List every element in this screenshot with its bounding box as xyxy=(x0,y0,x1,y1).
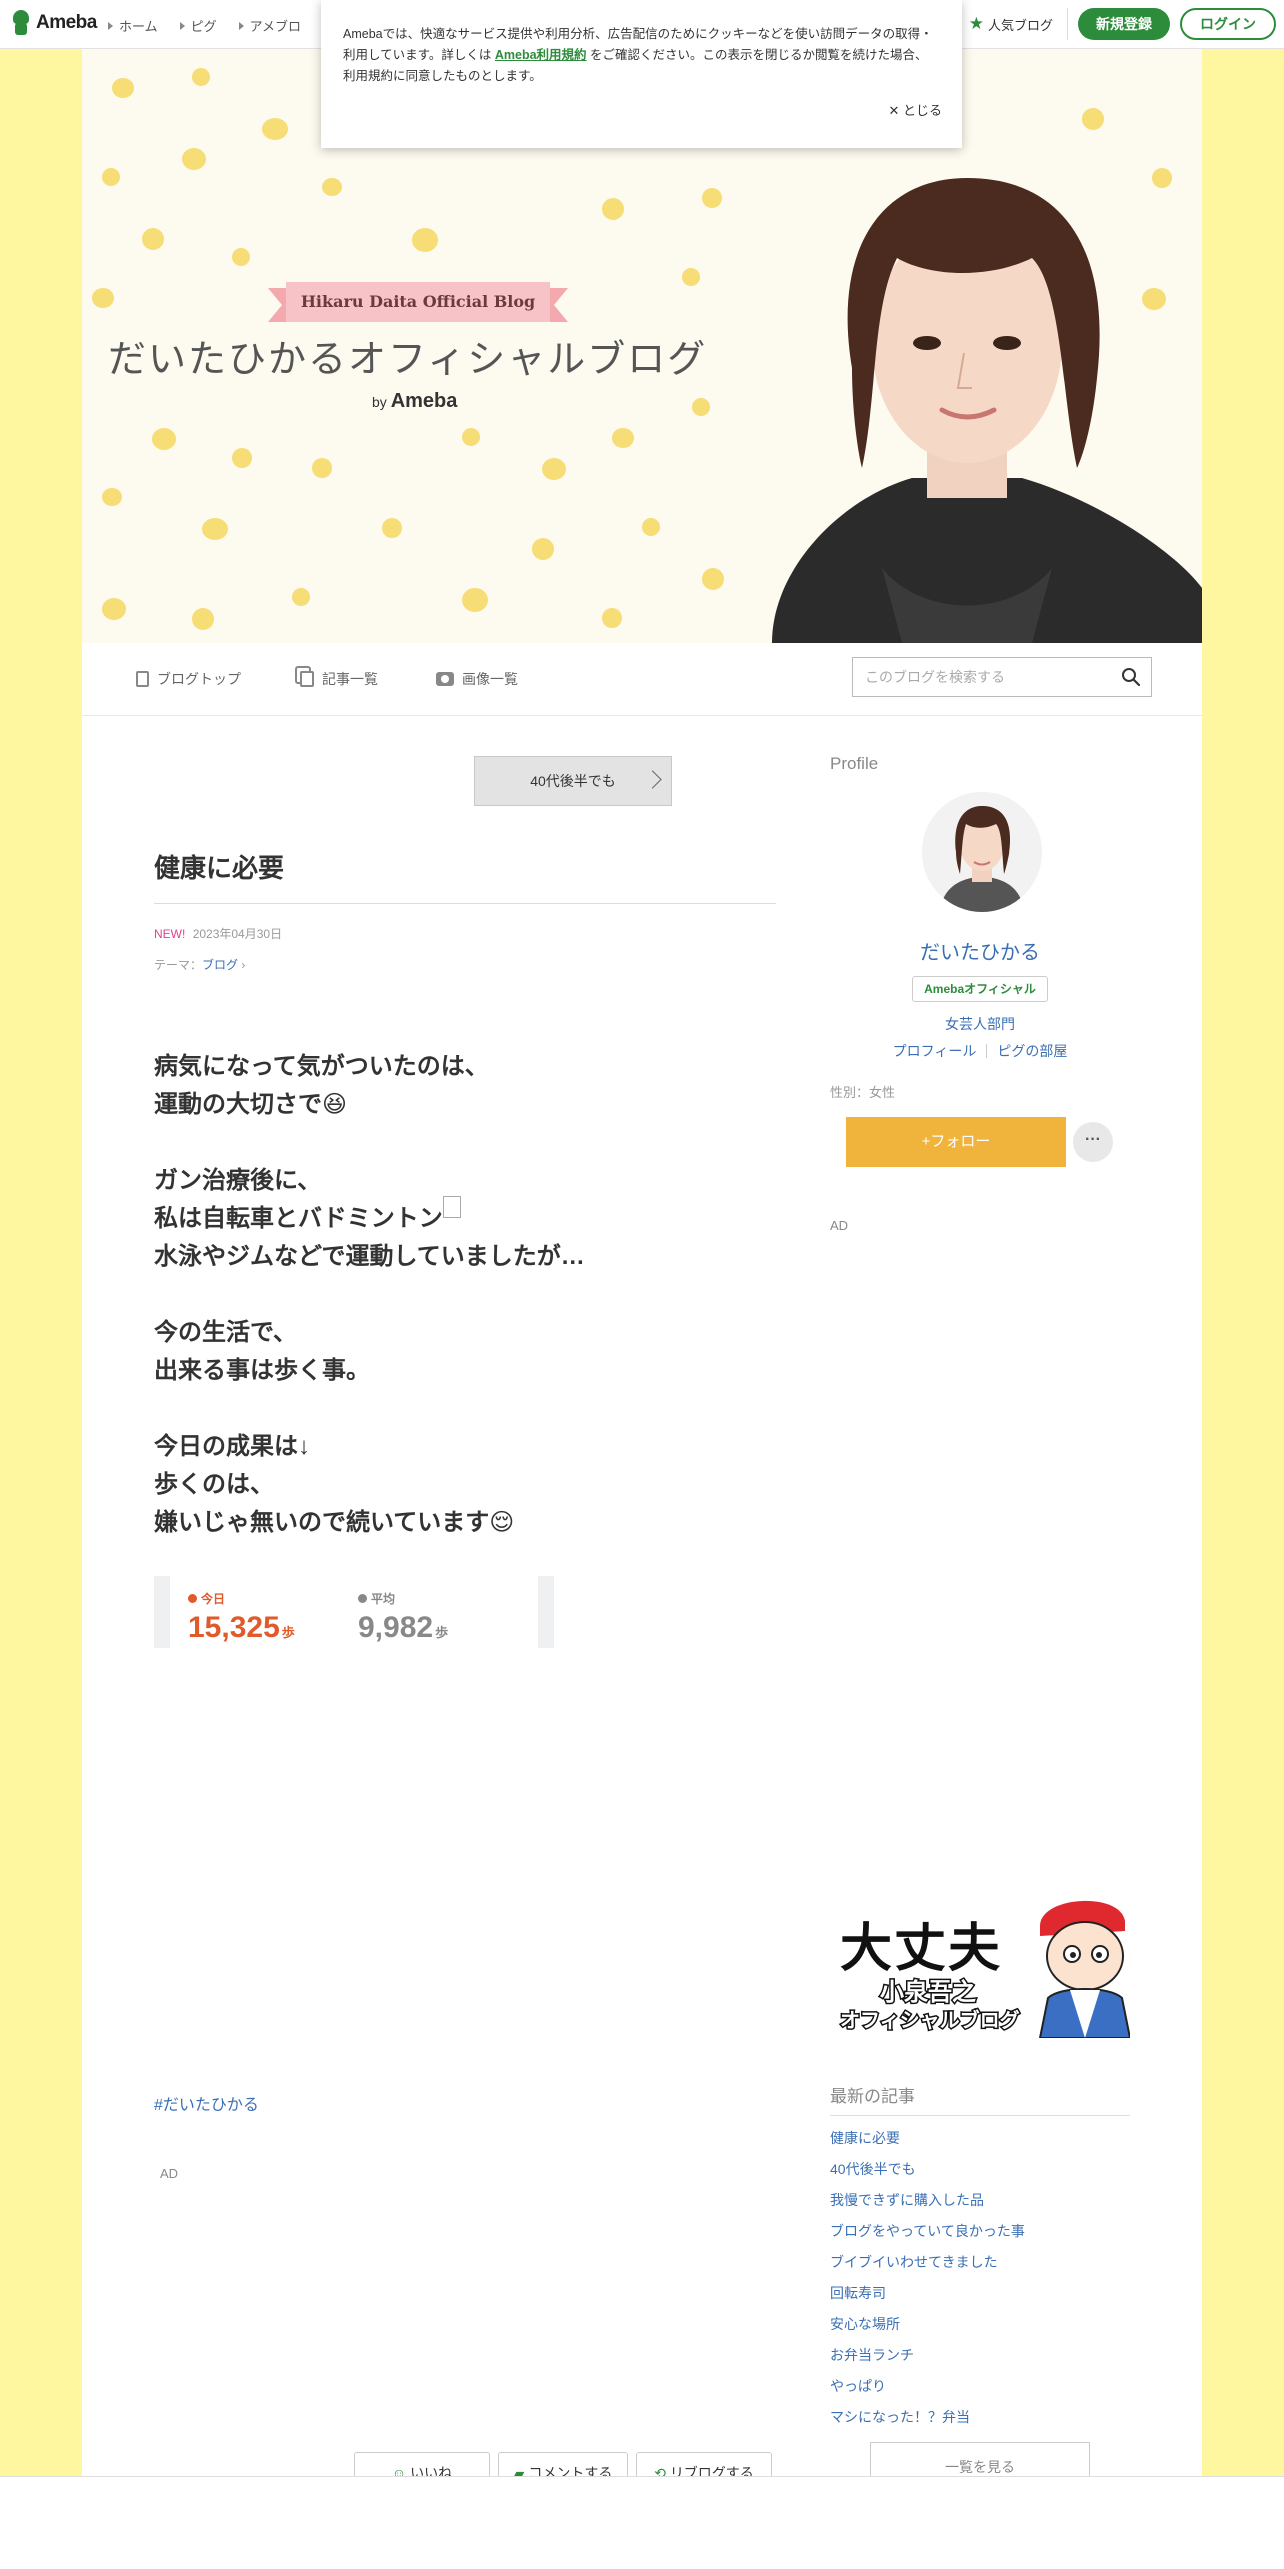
nav-blog-top[interactable]: ブログトップ xyxy=(136,669,241,689)
ribbon-text: Hikaru Daita Official Blog xyxy=(300,292,536,311)
global-nav-pigg[interactable]: ピグ xyxy=(179,16,217,35)
orange-dot-icon xyxy=(188,1594,197,1603)
ellipsis-icon: ··· xyxy=(1085,1131,1101,1148)
profile-links: プロフィール ピグの部屋 xyxy=(830,1041,1130,1061)
global-nav: ホーム ピグ アメブロ xyxy=(108,16,301,35)
close-icon: ✕ xyxy=(888,103,900,118)
blogger-header-photo xyxy=(772,178,1202,643)
new-badge: NEW! xyxy=(154,927,186,941)
step-counter-widget: 今日 15,325 歩 平均 9,982 歩 xyxy=(154,1576,554,1648)
entry-body: 病気になって気がついたのは、 運動の大切さで😆 ガン治療後に、 私は自転車とバド… xyxy=(154,1053,585,1536)
today-steps: 今日 15,325 歩 xyxy=(188,1592,295,1644)
recent-entry[interactable]: 健康に必要 xyxy=(830,2128,1130,2159)
cookie-consent-dialog: Amebaでは、快適なサービス提供や利用分析、広告配信のためにクッキーなどを使い… xyxy=(321,0,962,148)
ad-label: AD xyxy=(160,2166,179,2181)
blog-subtitle-ribbon: Hikaru Daita Official Blog xyxy=(268,282,568,322)
recent-entry[interactable]: ブログをやっていて良かった事 xyxy=(830,2221,1130,2252)
follow-button[interactable]: +フォロー xyxy=(846,1117,1066,1167)
pigg-room-link[interactable]: ピグの部屋 xyxy=(997,1043,1067,1059)
global-nav-home[interactable]: ホーム xyxy=(108,16,158,35)
theme-link[interactable]: ブログ xyxy=(202,958,238,972)
star-icon: ★ xyxy=(968,14,984,33)
hashtag-link[interactable]: #だいたひかる xyxy=(154,2091,259,2115)
blog-nav-bar: ブログトップ 記事一覧 画像一覧 xyxy=(82,643,1202,716)
global-nav-ameblo[interactable]: アメブロ xyxy=(238,16,301,35)
by-ameba-label: by Ameba xyxy=(372,390,458,412)
average-steps: 平均 9,982 歩 xyxy=(358,1592,449,1644)
profile-link[interactable]: プロフィール xyxy=(893,1043,977,1059)
entry-title: 健康に必要 xyxy=(154,848,776,904)
entry-theme: テーマ：ブログ › xyxy=(154,958,246,972)
blog-container: Hikaru Daita Official Blog だいたひかるオフィシャルブ… xyxy=(82,48,1202,2568)
blog-search-input[interactable] xyxy=(853,658,1117,696)
terms-link[interactable]: Ameba利用規約 xyxy=(495,48,587,62)
category-link[interactable]: 女芸人部門 xyxy=(830,1014,1130,1034)
caret-right-icon xyxy=(108,22,113,30)
ameba-mark-icon xyxy=(10,10,32,36)
recent-entries-list: 健康に必要 40代後半でも 我慢できずに購入した品 ブログをやっていて良かった事… xyxy=(830,2128,1130,2438)
login-button[interactable]: ログイン xyxy=(1180,8,1276,40)
recent-entry[interactable]: ブイブイいわせてきました xyxy=(830,2252,1130,2283)
gender-info: 性別：女性 xyxy=(830,1085,896,1100)
entry-meta: NEW! 2023年04月30日 xyxy=(154,925,282,942)
ameba-logo[interactable]: Ameba xyxy=(10,10,97,36)
caret-right-icon xyxy=(238,22,244,30)
blog-title: だいたひかるオフィシャルブログ xyxy=(108,339,708,381)
recent-entries-heading: 最新の記事 xyxy=(830,2082,1130,2116)
recent-entry[interactable]: 回転寿司 xyxy=(830,2283,1130,2314)
nav-image-list[interactable]: 画像一覧 xyxy=(436,669,518,689)
ameba-logo-text: Ameba xyxy=(36,12,97,33)
cookie-close-button[interactable]: ✕ とじる xyxy=(888,100,942,121)
camera-icon xyxy=(436,672,454,686)
documents-icon xyxy=(300,671,314,687)
recent-entry[interactable]: マシになった！？弁当 xyxy=(830,2407,1130,2438)
previous-entry-button[interactable]: 40代後半でも xyxy=(474,756,672,806)
chevron-right-icon: › xyxy=(238,958,246,972)
profile-avatar[interactable] xyxy=(922,792,1042,912)
official-badge: Amebaオフィシャル xyxy=(912,976,1048,1002)
relieved-emoji-icon: 😌 xyxy=(489,1509,515,1536)
recommended-blog-banner[interactable]: 大丈夫 小泉吾之 オフィシャルブログ xyxy=(834,1886,1130,2038)
profile-name[interactable]: だいたひかる xyxy=(830,936,1130,965)
blog-search xyxy=(852,657,1152,697)
recent-entry[interactable]: お弁当ランチ xyxy=(830,2345,1130,2376)
recent-entry[interactable]: 40代後半でも xyxy=(830,2159,1130,2190)
gray-dot-icon xyxy=(358,1594,367,1603)
bottom-fixed-bar xyxy=(0,2476,1284,2569)
chevron-right-icon xyxy=(643,770,662,789)
smile-emoji-icon: 😆 xyxy=(322,1091,348,1118)
document-icon xyxy=(136,671,149,687)
recent-entry[interactable]: 我慢できずに購入した品 xyxy=(830,2190,1130,2221)
caret-right-icon xyxy=(179,22,185,30)
header-actions: ★ 人気ブログ 新規登録 ログイン xyxy=(969,8,1276,40)
popular-blog-link[interactable]: ★ 人気ブログ xyxy=(969,8,1068,40)
sidebar-ad-label: AD xyxy=(830,1218,849,1233)
more-options-button[interactable]: ··· xyxy=(1073,1122,1113,1162)
broken-image-icon xyxy=(442,1196,461,1218)
profile-heading: Profile xyxy=(830,754,879,773)
search-icon[interactable] xyxy=(1121,667,1141,687)
register-button[interactable]: 新規登録 xyxy=(1078,8,1170,40)
recent-entry[interactable]: やっぱり xyxy=(830,2376,1130,2407)
nav-entry-list[interactable]: 記事一覧 xyxy=(300,669,378,689)
cartoon-character-illustration xyxy=(1038,1900,1130,2038)
recent-entry[interactable]: 安心な場所 xyxy=(830,2314,1130,2345)
entry-date: 2023年04月30日 xyxy=(192,927,283,941)
